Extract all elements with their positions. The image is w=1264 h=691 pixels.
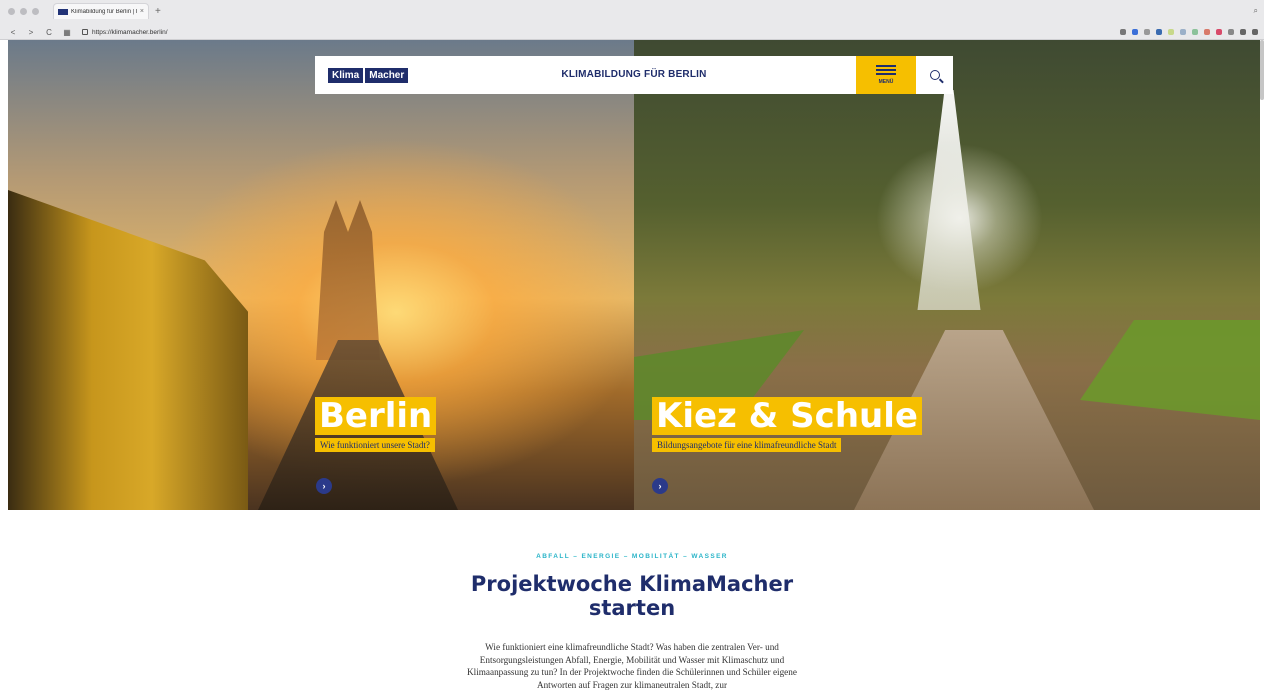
url-text[interactable]: https://klimamacher.berlin/	[92, 29, 168, 36]
extension-icon[interactable]	[1228, 29, 1234, 35]
extension-toolbar	[1120, 24, 1258, 40]
scrollbar[interactable]	[1260, 40, 1264, 100]
browser-tab[interactable]: Klimabildung für Berlin | Infra... ×	[53, 3, 149, 19]
search-button[interactable]	[916, 56, 953, 94]
tab-strip: Klimabildung für Berlin | Infra... × + ⌕	[0, 0, 1264, 22]
favicon-icon	[58, 8, 68, 15]
zoom-window-button[interactable]	[32, 7, 39, 15]
train-shape	[8, 190, 248, 510]
extension-icon[interactable]	[1204, 29, 1210, 35]
minimize-window-button[interactable]	[20, 7, 27, 15]
hamburger-icon	[876, 65, 896, 75]
intro-section: ABFALL – ENERGIE – MOBILITÄT – WASSER Pr…	[0, 510, 1264, 690]
section-headline: Projektwoche KlimaMacher starten	[470, 572, 794, 620]
menu-label: MENÜ	[878, 79, 894, 85]
tab-search-icon[interactable]: ⌕	[1254, 6, 1258, 16]
grid-icon[interactable]: ▦	[62, 28, 72, 37]
extension-icon[interactable]	[1216, 29, 1222, 35]
address-bar[interactable]: https://klimamacher.berlin/	[82, 29, 168, 36]
card-kiez-schule[interactable]: Kiez & Schule Bildungsangebote für eine …	[652, 397, 922, 453]
menu-button[interactable]: MENÜ	[856, 56, 916, 94]
shield-icon[interactable]	[1132, 29, 1138, 35]
reload-button[interactable]: C	[44, 28, 54, 37]
lawn-shape	[1080, 320, 1260, 420]
search-icon	[929, 70, 940, 80]
navigation-bar: < > C ▦ https://klimamacher.berlin/	[0, 24, 1264, 40]
lock-icon	[82, 29, 88, 35]
tab-title: Klimabildung für Berlin | Infra...	[71, 8, 137, 15]
extension-icon[interactable]	[1192, 29, 1198, 35]
intro-paragraph: Wie funktioniert eine klimafreundliche S…	[467, 642, 797, 690]
card-subtitle: Bildungsangebote für eine klimafreundlic…	[652, 438, 842, 452]
back-button[interactable]: <	[8, 28, 18, 37]
topic-eyebrow: ABFALL – ENERGIE – MOBILITÄT – WASSER	[536, 553, 728, 560]
card-subtitle: Wie funktioniert unsere Stadt?	[315, 438, 435, 452]
chevron-right-icon[interactable]: ›	[316, 478, 332, 494]
tab-close-icon[interactable]: ×	[140, 8, 144, 15]
extension-icon[interactable]	[1156, 29, 1162, 35]
chevron-right-icon[interactable]: ›	[652, 478, 668, 494]
menu-icon[interactable]	[1252, 29, 1258, 35]
new-tab-button[interactable]: +	[155, 6, 161, 17]
bridge-shape	[316, 200, 380, 360]
fountain-shape	[917, 90, 981, 310]
hero-section	[8, 40, 1260, 510]
browser-chrome: Klimabildung für Berlin | Infra... × + ⌕…	[0, 0, 1264, 40]
card-berlin[interactable]: Berlin Wie funktioniert unsere Stadt?	[315, 397, 437, 453]
extension-icon[interactable]	[1168, 29, 1174, 35]
extension-icon[interactable]	[1180, 29, 1186, 35]
close-window-button[interactable]	[8, 7, 15, 15]
download-icon[interactable]	[1240, 29, 1246, 35]
site-header: Klima Macher KLIMABILDUNG FÜR BERLIN MEN…	[315, 56, 953, 94]
card-title[interactable]: Berlin	[315, 397, 437, 435]
card-title[interactable]: Kiez & Schule	[652, 397, 922, 435]
camera-icon[interactable]	[1120, 29, 1126, 35]
forward-button[interactable]: >	[26, 28, 36, 37]
window-controls[interactable]	[8, 7, 39, 15]
heart-icon[interactable]	[1144, 29, 1150, 35]
